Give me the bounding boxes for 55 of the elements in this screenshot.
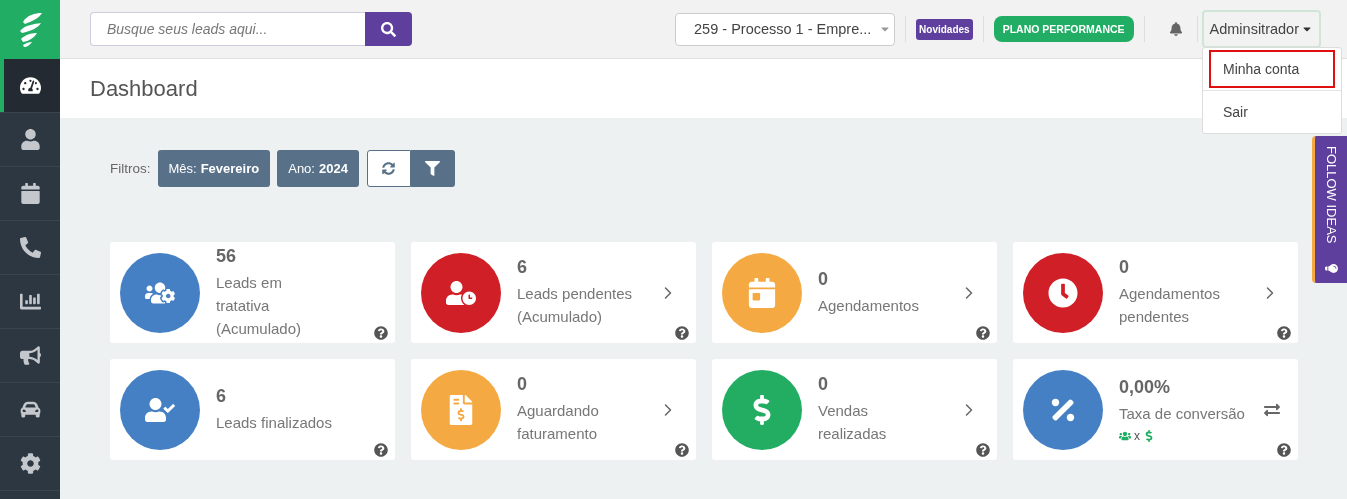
settings-icon <box>19 453 41 474</box>
menu-item[interactable]: Sair <box>1211 95 1333 129</box>
help-icon[interactable] <box>1277 326 1291 340</box>
help-icon[interactable] <box>675 443 689 457</box>
swap-icon[interactable] <box>1264 401 1280 418</box>
car-icon <box>19 399 41 420</box>
help-icon[interactable] <box>976 326 990 340</box>
stat-value: 6 <box>216 385 227 407</box>
page-title: Dashboard <box>90 75 198 102</box>
bar-chart-icon <box>19 291 41 312</box>
process-select[interactable]: 259 - Processo 1 - Empre... <box>675 12 896 46</box>
stat-value: 0 <box>1119 257 1130 278</box>
search-field[interactable]: Busque seus leads aqui... <box>90 12 365 46</box>
formula-text: x <box>1134 428 1140 443</box>
stat-label: Agendamentos <box>818 295 920 316</box>
stat-label: Leads pendentes (Acumulado) <box>517 284 634 327</box>
stat-value: 6 <box>517 257 528 278</box>
stat-value: 0 <box>818 268 829 290</box>
filter-button[interactable] <box>410 150 455 187</box>
phone-icon <box>19 237 41 258</box>
help-icon[interactable] <box>1277 443 1291 457</box>
stat-value: 0,00% <box>1119 376 1172 398</box>
search-icon <box>381 21 396 37</box>
search-button[interactable] <box>365 12 412 46</box>
users-icon <box>1119 429 1131 442</box>
stat-value: 0 <box>517 374 528 395</box>
dashboard-icon <box>19 75 41 96</box>
stat-value: 0 <box>818 374 829 395</box>
follow-ideas-tab[interactable]: FOLLOW IDEAS <box>1312 136 1347 283</box>
stat-label: Leads em tratativa (Acumulado) <box>216 272 303 339</box>
refresh-icon <box>382 162 396 175</box>
refresh-button[interactable] <box>366 150 411 187</box>
dollar-icon <box>1143 429 1155 442</box>
calendar-icon <box>19 183 41 204</box>
filters-label: Filtros: <box>110 161 151 176</box>
megaphone-icon <box>19 345 41 366</box>
menu-item[interactable]: Minha conta <box>1211 52 1333 86</box>
lightbulb-icon <box>1324 262 1338 275</box>
news-badge[interactable]: Novidades <box>916 18 973 40</box>
stat-label: Taxa de conversão <box>1119 403 1246 424</box>
help-icon[interactable] <box>976 443 990 457</box>
stat-value: 56 <box>216 245 238 267</box>
filter-chip[interactable]: Ano: 2024 <box>277 150 359 187</box>
stat-label: Vendas realizadas <box>818 401 888 444</box>
filter-chip[interactable]: Mês: Fevereiro <box>157 150 271 187</box>
user-icon <box>19 129 41 150</box>
sidebar-item[interactable] <box>0 59 60 113</box>
bell-icon[interactable] <box>1168 22 1183 36</box>
stat-label: Leads finalizados <box>216 412 333 433</box>
help-icon[interactable] <box>675 326 689 340</box>
help-icon[interactable] <box>374 443 388 457</box>
stat-label: Aguardando faturamento <box>517 401 600 444</box>
filter-icon <box>425 161 441 176</box>
stat-label: Agendamentos pendentes <box>1119 284 1221 327</box>
help-icon[interactable] <box>374 326 388 340</box>
